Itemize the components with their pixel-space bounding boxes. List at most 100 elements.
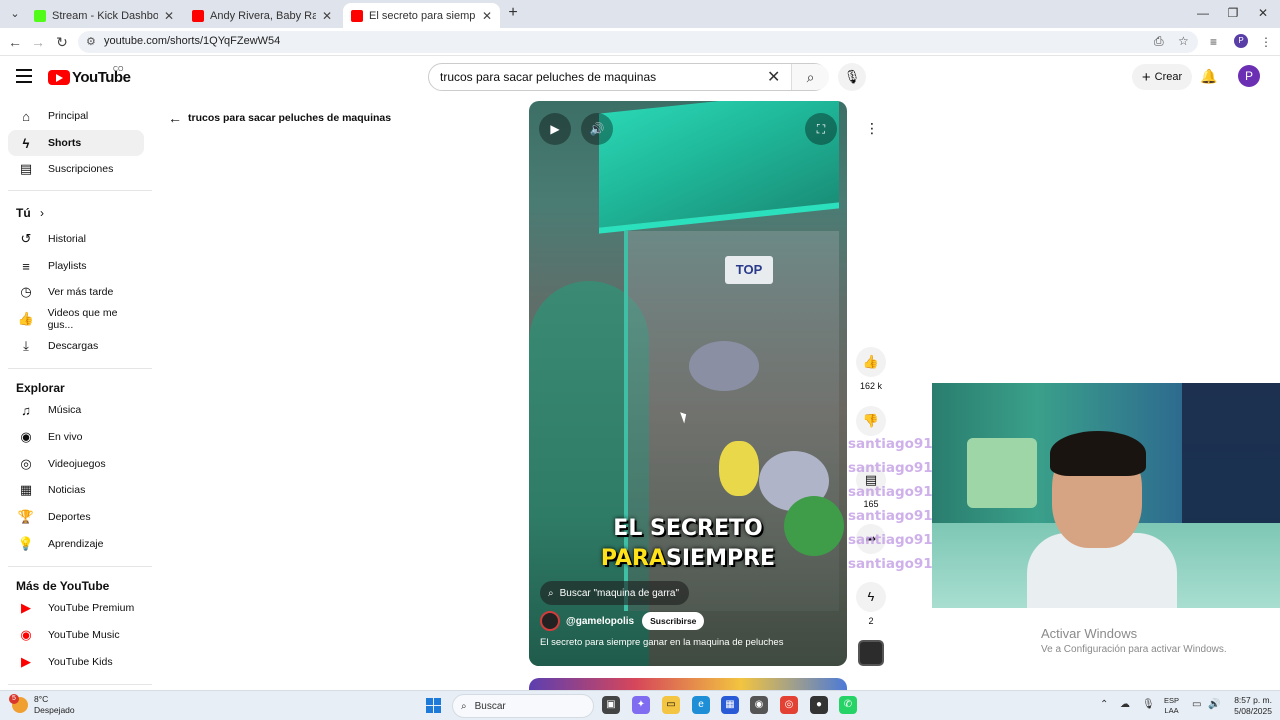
close-tab-icon[interactable]: ✕ xyxy=(482,9,492,23)
url-text: youtube.com/shorts/1QYqFZewW54 xyxy=(104,35,281,47)
weather-desc: Despejado xyxy=(34,705,75,715)
next-short-preview[interactable] xyxy=(529,678,847,690)
notifications-bell-icon[interactable]: 🔔 xyxy=(1200,68,1217,85)
play-button[interactable]: ▶ xyxy=(539,113,571,145)
tab-el-secreto[interactable]: El secreto para siempre ganar e ✕ xyxy=(343,3,500,28)
sidebar-item-label: Suscripciones xyxy=(48,163,114,175)
taskbar-search[interactable]: ⌕ Buscar xyxy=(452,694,594,718)
clear-search-icon[interactable]: ✕ xyxy=(767,67,780,87)
search-button[interactable]: ⌕ xyxy=(791,64,829,90)
reload-button[interactable]: ↻ xyxy=(52,32,72,52)
new-tab-button[interactable]: + xyxy=(504,4,522,22)
tab-andy-rivera[interactable]: Andy Rivera, Baby Rasta & Gring ✕ xyxy=(184,3,340,28)
chat-username: santiago913 xyxy=(848,508,943,524)
sound-thumbnail[interactable] xyxy=(858,640,884,666)
sidebar-heading-tu[interactable]: Tú › xyxy=(16,206,44,220)
like-action[interactable]: 👍 162 k xyxy=(855,347,887,391)
tab-search-menu-icon[interactable]: ⌄ xyxy=(6,5,24,23)
sidebar-item-label: Shorts xyxy=(48,137,82,149)
close-tab-icon[interactable]: ✕ xyxy=(322,9,332,23)
video-description[interactable]: El secreto para siempre ganar en la maqu… xyxy=(540,637,783,648)
channel-avatar[interactable] xyxy=(540,611,560,631)
remix-action[interactable]: ϟ 2 xyxy=(855,582,887,626)
sidebar-item-youtube-music[interactable]: ◉ YouTube Music xyxy=(8,622,144,648)
video-machine-label: TOP xyxy=(725,256,773,284)
bookmark-star-icon[interactable]: ☆ xyxy=(1178,34,1189,48)
copilot-icon[interactable]: ✦ xyxy=(632,696,650,714)
remix-icon[interactable]: ϟ xyxy=(856,582,886,612)
windows-start-icon[interactable] xyxy=(426,698,441,713)
back-to-search-link[interactable]: ← trucos para sacar peluches de maquinas xyxy=(168,110,391,126)
forward-button[interactable]: → xyxy=(28,32,48,52)
menu-icon[interactable] xyxy=(16,69,32,83)
sidebar-item-deportes[interactable]: 🏆 Deportes xyxy=(8,504,144,530)
sidebar-item-playlists[interactable]: ≡ Playlists xyxy=(8,253,144,279)
tray-display-icon[interactable]: ▭ xyxy=(1192,699,1201,710)
chrome-icon[interactable]: ◎ xyxy=(780,696,798,714)
sidebar-item-shorts[interactable]: ϟ Shorts xyxy=(8,130,144,156)
sidebar-item-youtube-premium[interactable]: ▶ YouTube Premium xyxy=(8,595,144,621)
tray-mic-icon[interactable]: 🎙 xyxy=(1142,699,1155,710)
site-info-icon[interactable]: ⚙ xyxy=(86,35,96,48)
edge-icon[interactable]: e xyxy=(692,696,710,714)
short-video-player[interactable]: TOP ▶ 🔊 ⛶ EL SECRETO PARASIEMPRE ⌕ Busca… xyxy=(529,101,847,666)
create-button[interactable]: + Crear xyxy=(1132,64,1192,90)
back-button[interactable]: ← xyxy=(5,32,25,52)
search-box[interactable]: trucos para sacar peluches de maquinas ✕… xyxy=(428,63,829,91)
volume-button[interactable]: 🔊 xyxy=(581,113,613,145)
sidebar-item-en-vivo[interactable]: ◉ En vivo xyxy=(8,424,144,450)
store-icon[interactable]: ▦ xyxy=(721,696,739,714)
like-icon[interactable]: 👍 xyxy=(856,347,886,377)
tray-volume-icon[interactable]: 🔊 xyxy=(1208,699,1220,710)
watermark-line-1: Activar Windows xyxy=(1041,626,1138,641)
sidebar-item-noticias[interactable]: ▦ Noticias xyxy=(8,477,144,503)
tray-network-icon[interactable]: ☁ xyxy=(1120,699,1130,710)
channel-name[interactable]: @gamelopolis xyxy=(566,616,634,627)
address-bar: ← → ↻ ⚙ youtube.com/shorts/1QYqFZewW54 ⎙… xyxy=(0,28,1280,56)
task-view-icon[interactable]: ▣ xyxy=(602,696,620,714)
url-field[interactable]: ⚙ youtube.com/shorts/1QYqFZewW54 ⎙ ☆ xyxy=(78,31,1198,53)
obs-icon[interactable]: ◉ xyxy=(750,696,768,714)
video-plush xyxy=(689,341,759,391)
sidebar-item-aprendizaje[interactable]: 💡 Aprendizaje xyxy=(8,531,144,557)
file-explorer-icon[interactable]: ▭ xyxy=(662,696,680,714)
tab-kick-dashboard[interactable]: Stream - Kick Dashboard ✕ xyxy=(26,3,182,28)
sidebar-item-suscripciones[interactable]: ▤ Suscripciones xyxy=(8,156,144,182)
search-input[interactable]: trucos para sacar peluches de maquinas xyxy=(440,70,656,84)
sidebar-item-youtube-kids[interactable]: ▶ YouTube Kids xyxy=(8,649,144,675)
sidebar-item-videojuegos[interactable]: ◎ Videojuegos xyxy=(8,451,144,477)
sidebar-item-historial[interactable]: ↺ Historial xyxy=(8,226,144,252)
install-app-icon[interactable]: ⎙ xyxy=(1154,34,1164,49)
sidebar-item-label: Playlists xyxy=(48,260,87,272)
browser-menu-icon[interactable]: ⋮ xyxy=(1260,35,1272,49)
close-window-button[interactable]: ✕ xyxy=(1250,3,1276,23)
minimize-button[interactable]: — xyxy=(1190,3,1216,23)
sidebar-item-musica[interactable]: ♫ Música xyxy=(8,397,144,423)
sidebar-item-principal[interactable]: ⌂ Principal xyxy=(8,103,144,129)
chevron-right-icon: › xyxy=(40,206,45,220)
voice-search-icon[interactable]: 🎙 xyxy=(838,63,866,91)
account-avatar[interactable]: P xyxy=(1238,65,1260,87)
restore-button[interactable]: ❐ xyxy=(1220,3,1246,23)
whatsapp-icon[interactable]: ✆ xyxy=(839,696,857,714)
fullscreen-button[interactable]: ⛶ xyxy=(805,113,837,145)
more-options-icon[interactable]: ⋮ xyxy=(860,116,884,140)
subscribe-button[interactable]: Suscribirse xyxy=(642,612,705,630)
weather-widget[interactable]: 5 8°C Despejado xyxy=(9,694,75,716)
language-indicator[interactable]: ESP LAA xyxy=(1164,696,1179,716)
browser-profile-avatar[interactable]: P xyxy=(1234,34,1248,48)
taskbar-clock[interactable]: 8:57 p. m. 5/08/2025 xyxy=(1224,695,1272,717)
caption-line-1: EL SECRETO xyxy=(613,516,763,541)
close-tab-icon[interactable]: ✕ xyxy=(164,9,174,23)
sidebar-item-videos-que-me-gustan[interactable]: 👍 Videos que me gus... xyxy=(8,306,144,332)
sidebar-item-ver-mas-tarde[interactable]: ◷ Ver más tarde xyxy=(8,279,144,305)
sidebar-heading-mas-de-youtube: Más de YouTube xyxy=(16,579,110,593)
tray-chevron-up-icon[interactable]: ⌃ xyxy=(1100,699,1108,710)
lang-line-2: LAA xyxy=(1164,706,1179,715)
search-icon: ⌕ xyxy=(548,587,554,599)
app-icon[interactable]: ● xyxy=(810,696,828,714)
sidebar-item-label: YouTube Kids xyxy=(48,656,113,668)
media-controls-icon[interactable]: ≡ xyxy=(1210,35,1217,49)
sidebar-item-descargas[interactable]: ⤓ Descargas xyxy=(8,333,144,359)
related-search-chip[interactable]: ⌕ Buscar "maquina de garra" xyxy=(540,581,689,605)
